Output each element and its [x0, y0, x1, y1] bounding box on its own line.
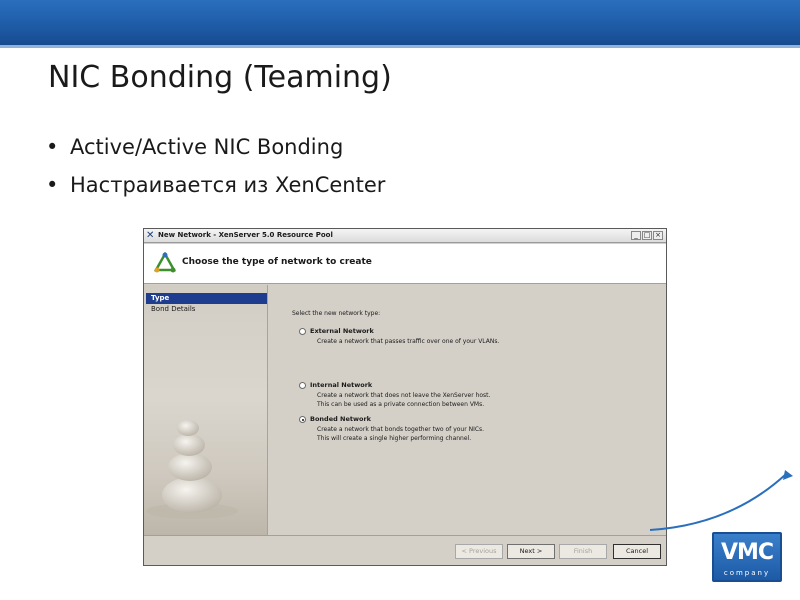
- next-button[interactable]: Next >: [507, 544, 555, 559]
- previous-button[interactable]: < Previous: [455, 544, 503, 559]
- internal-network-description-line: Create a network that does not leave the…: [317, 392, 491, 399]
- maximize-button[interactable]: □: [642, 231, 652, 240]
- bullet-glyph: •: [46, 173, 59, 197]
- vmc-company-logo: VMC company: [712, 532, 782, 582]
- bonded-network-radio[interactable]: [299, 416, 306, 423]
- bullet-item: • Настраивается из XenCenter: [46, 170, 385, 208]
- logo-swoosh: [650, 470, 793, 531]
- bonded-network-label[interactable]: Bonded Network: [310, 415, 371, 423]
- external-network-radio[interactable]: [299, 328, 306, 335]
- bullet-item: • Active/Active NIC Bonding: [46, 132, 385, 170]
- internal-network-radio[interactable]: [299, 382, 306, 389]
- wizard-header-text: Choose the type of network to create: [182, 257, 372, 267]
- bullet-text: Active/Active NIC Bonding: [70, 135, 344, 159]
- close-button[interactable]: ×: [653, 231, 663, 240]
- window-controls: _ □ ×: [631, 231, 663, 240]
- zen-stones-image: [146, 420, 238, 519]
- logo-text: VMC: [720, 540, 774, 565]
- internal-network-label[interactable]: Internal Network: [310, 381, 372, 389]
- new-network-dialog: ✕ New Network - XenServer 5.0 Resource P…: [143, 228, 667, 566]
- wizard-sidebar: Type Bond Details: [144, 285, 268, 535]
- bullet-text: Настраивается из XenCenter: [70, 173, 386, 197]
- slide-title: NIC Bonding (Teaming): [48, 60, 392, 95]
- sidebar-item-type[interactable]: Type: [146, 293, 267, 304]
- external-network-label[interactable]: External Network: [310, 327, 374, 335]
- bonded-network-description-line: This will create a single higher perform…: [317, 435, 472, 442]
- wizard-footer: < Previous Next > Finish Cancel: [144, 535, 666, 565]
- bonded-network-description-line: Create a network that bonds together two…: [317, 426, 485, 433]
- bullet-list: • Active/Active NIC Bonding • Настраивае…: [46, 132, 385, 208]
- xencenter-icon: ✕: [146, 230, 155, 241]
- cancel-button[interactable]: Cancel: [613, 544, 661, 559]
- wizard-content: Select the new network type: External Ne…: [269, 285, 666, 535]
- internal-network-description-line: This can be used as a private connection…: [317, 401, 485, 408]
- slide-header-bar: [0, 0, 800, 48]
- bullet-glyph: •: [46, 135, 59, 159]
- dialog-title: New Network - XenServer 5.0 Resource Poo…: [158, 231, 333, 239]
- logo-subtext: company: [723, 569, 771, 577]
- dialog-title-bar[interactable]: ✕ New Network - XenServer 5.0 Resource P…: [144, 229, 666, 243]
- network-wizard-icon: [154, 252, 176, 273]
- finish-button[interactable]: Finish: [559, 544, 607, 559]
- network-type-prompt: Select the new network type:: [292, 310, 381, 317]
- external-network-description: Create a network that passes traffic ove…: [317, 338, 500, 345]
- sidebar-item-bond-details[interactable]: Bond Details: [146, 304, 267, 315]
- minimize-button[interactable]: _: [631, 231, 641, 240]
- wizard-header: Choose the type of network to create: [144, 244, 666, 284]
